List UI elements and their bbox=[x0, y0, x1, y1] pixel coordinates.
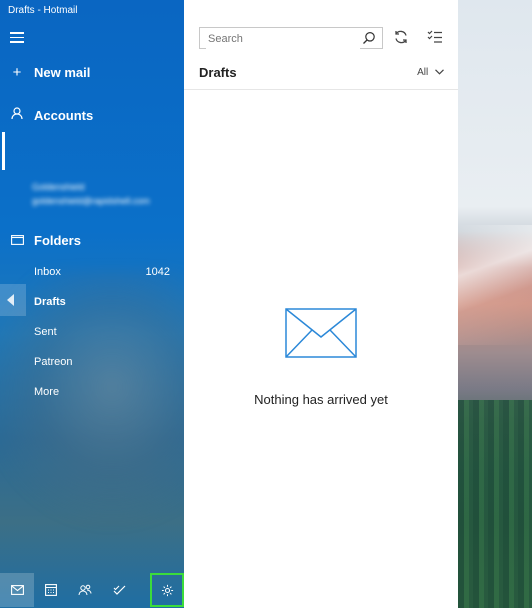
folder-title: Drafts bbox=[199, 65, 237, 80]
message-list-pane: Drafts All Nothing has arrived yet bbox=[184, 0, 458, 608]
accounts-label: Accounts bbox=[34, 108, 94, 123]
hamburger-menu-icon[interactable] bbox=[10, 32, 24, 44]
plus-icon: + bbox=[12, 64, 22, 81]
folder-more[interactable]: More bbox=[34, 386, 59, 398]
wallpaper-snow-peak bbox=[458, 225, 532, 345]
wallpaper-forest bbox=[458, 400, 532, 608]
selection-mode-icon[interactable] bbox=[427, 29, 447, 49]
search-box[interactable] bbox=[199, 27, 383, 49]
account-selection-indicator bbox=[2, 132, 5, 170]
calendar-icon[interactable] bbox=[34, 573, 68, 607]
account-email[interactable]: goldenshield@rapidshell.com bbox=[32, 196, 150, 206]
window-title: Drafts - Hotmail bbox=[8, 5, 78, 16]
desktop-wallpaper bbox=[458, 0, 532, 608]
filter-dropdown[interactable]: All bbox=[417, 67, 444, 78]
account-name[interactable]: Goldenshield bbox=[32, 182, 85, 192]
background-mountain bbox=[0, 270, 184, 530]
selected-folder-marker bbox=[0, 284, 26, 316]
todo-icon[interactable] bbox=[102, 573, 136, 607]
folder-sent[interactable]: Sent bbox=[34, 326, 57, 338]
accounts-button[interactable]: Accounts bbox=[0, 107, 93, 124]
sidebar: Drafts - Hotmail + New mail Accounts Gol… bbox=[0, 0, 184, 608]
folder-drafts[interactable]: Drafts bbox=[34, 296, 66, 308]
mail-icon[interactable] bbox=[0, 573, 34, 607]
empty-state-message: Nothing has arrived yet bbox=[254, 392, 388, 407]
sync-icon[interactable] bbox=[393, 29, 413, 49]
bottom-app-bar bbox=[0, 572, 184, 608]
folder-inbox[interactable]: Inbox bbox=[34, 266, 61, 278]
person-icon bbox=[0, 107, 34, 124]
search-icon[interactable] bbox=[362, 31, 376, 50]
header-divider bbox=[184, 89, 458, 90]
folder-patreon[interactable]: Patreon bbox=[34, 356, 73, 368]
new-mail-label: New mail bbox=[34, 65, 91, 80]
new-mail-button[interactable]: + New mail bbox=[0, 64, 91, 81]
folders-button[interactable]: Folders bbox=[0, 232, 81, 249]
folders-label: Folders bbox=[34, 233, 81, 248]
gear-icon[interactable] bbox=[150, 573, 184, 607]
empty-envelope-icon bbox=[285, 308, 357, 363]
search-input[interactable] bbox=[206, 29, 360, 49]
people-icon[interactable] bbox=[68, 573, 102, 607]
filter-label: All bbox=[417, 67, 429, 78]
inbox-unread-count: 1042 bbox=[145, 266, 170, 278]
folder-icon bbox=[0, 232, 34, 249]
chevron-down-icon bbox=[431, 67, 444, 78]
